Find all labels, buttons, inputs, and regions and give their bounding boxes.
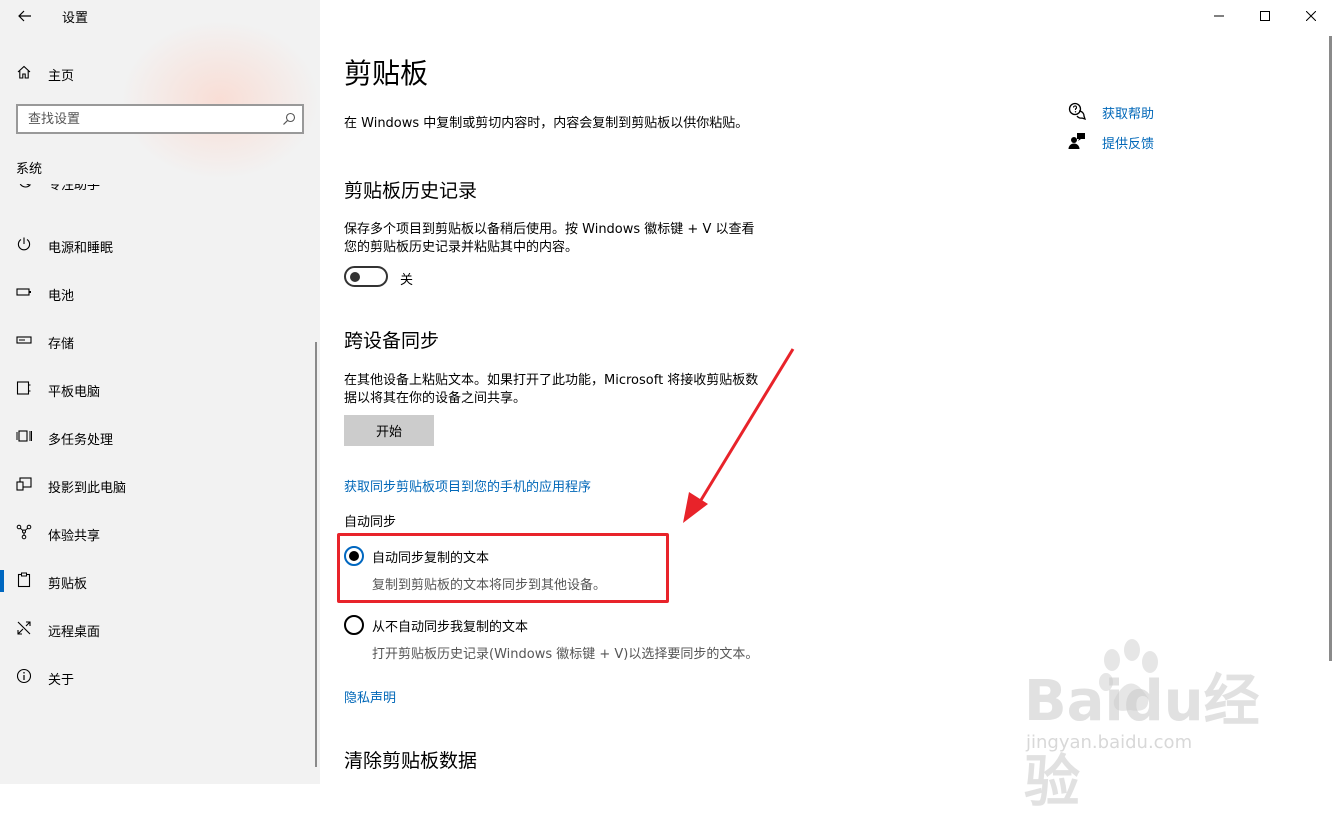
radio-manual-sync[interactable]: 从不自动同步我复制的文本 打开剪贴板历史记录(Windows 徽标键 + V)以… (344, 615, 844, 669)
sidebar-item-multitasking[interactable]: 多任务处理 (0, 417, 310, 457)
phone-app-link[interactable]: 获取同步剪贴板项目到您的手机的应用程序 (344, 476, 591, 495)
app-title: 设置 (62, 11, 89, 26)
window-controls (1196, 0, 1334, 32)
radio-manual-description: 打开剪贴板历史记录(Windows 徽标键 + V)以选择要同步的文本。 (372, 647, 759, 662)
back-button[interactable] (12, 4, 38, 28)
sidebar-item-label: 平板电脑 (48, 385, 101, 400)
page-description: 在 Windows 中复制或剪切内容时，内容会复制到剪贴板以供你粘贴。 (344, 116, 749, 131)
history-description-line2: 您的剪贴板历史记录并粘贴其中的内容。 (344, 240, 579, 255)
get-help-link[interactable]: 获取帮助 (1068, 100, 1268, 130)
privacy-link[interactable]: 隐私声明 (344, 687, 396, 706)
sidebar-item-label: 体验共享 (48, 529, 101, 544)
history-toggle[interactable] (344, 266, 388, 287)
sidebar-item-tablet[interactable]: 平板电脑 (0, 369, 310, 409)
sidebar-item-label: 专注助手 (48, 184, 101, 193)
help-links: 获取帮助 提供反馈 (1068, 100, 1268, 160)
multitask-icon (16, 428, 32, 448)
sidebar-item-remote-desktop[interactable]: 远程桌面 (0, 609, 310, 649)
clear-data-heading: 清除剪贴板数据 (344, 750, 478, 772)
remote-desktop-icon (16, 620, 32, 640)
sidebar-background-glow (120, 20, 320, 180)
sidebar-item-shared-experiences[interactable]: 体验共享 (0, 513, 310, 553)
watermark: Baidu经验 jingyan.baidu.com (1024, 639, 1264, 815)
info-icon (16, 668, 32, 688)
sidebar-item-label: 存储 (48, 337, 75, 352)
sidebar-item-storage[interactable]: 存储 (0, 321, 310, 361)
project-icon (16, 476, 32, 496)
feedback-icon (1068, 132, 1086, 154)
sync-description-line2: 据以将其在你的设备之间共享。 (344, 391, 527, 406)
minimize-icon (1214, 15, 1224, 17)
sidebar-item-label: 投影到此电脑 (48, 481, 127, 496)
history-description-line1: 保存多个项目到剪贴板以备稍后使用。按 Windows 徽标键 + V 以查看 (344, 222, 755, 237)
search-icon[interactable] (282, 111, 296, 130)
sidebar-item-clipboard[interactable]: 剪贴板 (0, 561, 310, 601)
sidebar-item-home[interactable]: 主页 (0, 58, 320, 88)
auto-sync-label: 自动同步 (344, 515, 397, 530)
sidebar-item-power[interactable]: 电源和睡眠 (0, 225, 310, 265)
feedback-link[interactable]: 提供反馈 (1068, 130, 1268, 160)
radio-manual-label: 从不自动同步我复制的文本 (372, 620, 529, 635)
get-help-label: 获取帮助 (1102, 107, 1155, 122)
maximize-icon (1260, 11, 1270, 21)
moon-icon (16, 184, 32, 193)
sidebar-item-label: 电池 (48, 289, 75, 304)
close-icon (1306, 11, 1316, 21)
shared-experience-icon (16, 524, 32, 544)
sidebar-item-label: 电源和睡眠 (48, 241, 114, 256)
feedback-label: 提供反馈 (1102, 137, 1155, 152)
sidebar-nav: 专注助手 电源和睡眠 电池 存储 平板电脑 多任务处理 投影到此电脑 体验共享 … (0, 184, 320, 784)
storage-icon (16, 332, 32, 352)
home-icon (16, 64, 32, 84)
watermark-sub-text: jingyan.baidu.com (1026, 732, 1193, 753)
sidebar-item-focus-assist[interactable]: 专注助手 (0, 184, 310, 202)
page-title: 剪贴板 (344, 57, 429, 90)
sync-description-line1: 在其他设备上粘贴文本。如果打开了此功能，Microsoft 将接收剪贴板数 (344, 373, 759, 388)
back-arrow-icon (18, 10, 31, 22)
sidebar-item-about[interactable]: 关于 (0, 657, 310, 697)
main-scrollbar[interactable] (1329, 36, 1332, 661)
sync-heading: 跨设备同步 (344, 330, 440, 352)
section-title: 系统 (16, 162, 43, 177)
sidebar-item-label: 剪贴板 (48, 577, 88, 592)
sidebar-item-label: 多任务处理 (48, 433, 114, 448)
close-button[interactable] (1288, 0, 1334, 32)
clipboard-icon (16, 572, 32, 592)
power-icon (16, 236, 32, 256)
annotation-highlight-box (337, 533, 669, 603)
sidebar-item-label: 主页 (48, 69, 75, 84)
maximize-button[interactable] (1242, 0, 1288, 32)
sidebar-item-project[interactable]: 投影到此电脑 (0, 465, 310, 505)
sidebar-scrollbar[interactable] (315, 342, 317, 767)
battery-icon (16, 284, 32, 304)
chat-help-icon (1068, 102, 1087, 124)
active-indicator (0, 570, 4, 592)
toggle-knob (350, 271, 360, 282)
history-heading: 剪贴板历史记录 (344, 180, 478, 202)
sidebar-item-label: 远程桌面 (48, 625, 101, 640)
start-sync-button[interactable]: 开始 (344, 415, 434, 446)
radio-button-unchecked[interactable] (344, 615, 364, 635)
search-box[interactable] (16, 104, 304, 134)
sidebar-item-battery[interactable]: 电池 (0, 273, 310, 313)
sidebar: 设置 主页 系统 专注助手 电源 (0, 0, 320, 784)
sidebar-item-label: 关于 (48, 673, 75, 688)
history-toggle-state: 关 (400, 273, 414, 288)
search-input[interactable] (26, 110, 276, 128)
tablet-icon (16, 380, 32, 400)
minimize-button[interactable] (1196, 0, 1242, 32)
